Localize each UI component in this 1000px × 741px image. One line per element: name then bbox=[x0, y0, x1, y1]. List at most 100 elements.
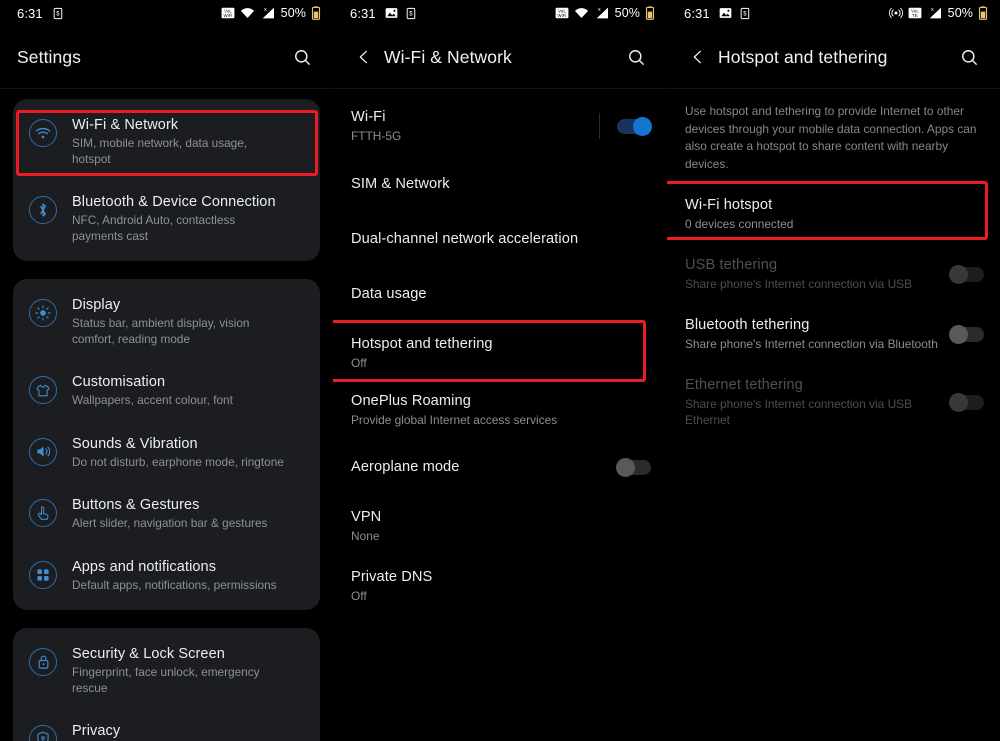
list-item-title: Bluetooth tethering bbox=[685, 317, 810, 333]
list-item-title: Sounds & Vibration bbox=[72, 435, 198, 452]
list-item-text: Wi-Fi hotspot 0 devices connected bbox=[685, 196, 984, 232]
list-item-title: Buttons & Gestures bbox=[72, 497, 200, 513]
list-item-wifi-hotspot[interactable]: Wi-Fi hotspot 0 devices connected bbox=[667, 183, 1000, 244]
list-item-text: VPN None bbox=[351, 508, 651, 544]
status-bar-left-icons: $ bbox=[52, 7, 65, 20]
list-item-subtitle: Provide global Internet access services bbox=[351, 413, 558, 427]
list-item-title: Data usage bbox=[351, 286, 427, 302]
list-item-subtitle: Alert slider, navigation bar & gestures bbox=[72, 516, 268, 530]
search-icon[interactable] bbox=[621, 42, 651, 72]
list-item-text: Bluetooth & Device Connection NFC, Andro… bbox=[72, 193, 284, 244]
list-item-hotspot-tethering[interactable]: Hotspot and tethering Off bbox=[333, 322, 667, 382]
svg-text:WiFi: WiFi bbox=[223, 13, 232, 18]
ethernet-tethering-toggle[interactable] bbox=[949, 392, 984, 412]
sidebar-item-sounds-vibration[interactable]: Sounds & Vibration Do not disturb, earph… bbox=[13, 422, 320, 484]
chevron-left-icon[interactable] bbox=[350, 43, 378, 71]
list-item-vpn[interactable]: VPN None bbox=[333, 496, 667, 556]
settings-card-list: Wi-Fi & Network SIM, mobile network, dat… bbox=[0, 89, 333, 741]
list-item-data-usage[interactable]: Data usage bbox=[333, 267, 667, 322]
list-item-aeroplane-mode[interactable]: Aeroplane mode bbox=[333, 439, 667, 496]
list-item-usb-tethering[interactable]: USB tethering Share phone's Internet con… bbox=[667, 244, 1000, 304]
list-item-text: Apps and notifications Default apps, not… bbox=[72, 558, 277, 594]
list-item-sim-network[interactable]: SIM & Network bbox=[333, 157, 667, 212]
mobile-signal-x-icon: x bbox=[927, 6, 943, 20]
settings-card-privacy: Security & Lock Screen Fingerprint, face… bbox=[13, 628, 320, 741]
list-item-title: Apps and notifications bbox=[72, 558, 217, 575]
panel-wifi-network-root: 6:31 $ VoL WiFi x 50% Wi-Fi & Network Wi… bbox=[333, 0, 667, 741]
shield-icon bbox=[29, 725, 57, 741]
apps-grid-icon bbox=[29, 560, 57, 589]
sidebar-item-buttons-gestures[interactable]: Buttons & Gestures Alert slider, navigat… bbox=[13, 483, 320, 545]
list-item-text: Aeroplane mode bbox=[351, 458, 617, 477]
screenshot-icon: $ bbox=[739, 7, 752, 20]
toggle-knob bbox=[949, 264, 968, 284]
list-item-title: Bluetooth & Device Connection bbox=[72, 194, 276, 210]
bluetooth-icon bbox=[29, 196, 57, 224]
list-item-subtitle: SIM, mobile network, data usage, hotspot bbox=[72, 136, 248, 166]
list-item-private-dns[interactable]: Private DNS Off bbox=[333, 556, 667, 616]
list-item-text: Ethernet tethering Share phone's Interne… bbox=[685, 376, 950, 428]
list-item-title: Aeroplane mode bbox=[351, 459, 460, 475]
list-item-title: Ethernet tethering bbox=[685, 377, 803, 393]
list-item-subtitle: 0 devices connected bbox=[685, 217, 794, 231]
list-item-subtitle: NFC, Android Auto, contactless payments … bbox=[72, 213, 236, 243]
list-item-ethernet-tethering[interactable]: Ethernet tethering Share phone's Interne… bbox=[667, 364, 1000, 440]
list-item-title: VPN bbox=[351, 509, 382, 525]
status-bar-clock: 6:31 bbox=[17, 5, 43, 21]
sidebar-item-security-lock-screen[interactable]: Security & Lock Screen Fingerprint, face… bbox=[13, 632, 320, 709]
list-item-text: OnePlus Roaming Provide global Internet … bbox=[351, 392, 651, 428]
list-item-wifi[interactable]: Wi-Fi FTTH-5G bbox=[333, 89, 667, 157]
search-icon[interactable] bbox=[954, 42, 984, 72]
list-item-text: Dual-channel network acceleration bbox=[351, 230, 651, 249]
list-item-oneplus-roaming[interactable]: OnePlus Roaming Provide global Internet … bbox=[333, 382, 667, 439]
list-item-text: Bluetooth tethering Share phone's Intern… bbox=[685, 316, 950, 352]
mobile-signal-x-icon: x bbox=[594, 6, 610, 20]
list-item-title: Hotspot and tethering bbox=[351, 336, 493, 352]
list-item-text: Sounds & Vibration Do not disturb, earph… bbox=[72, 435, 284, 471]
list-item-subtitle: Off bbox=[351, 356, 367, 370]
aeroplane-mode-toggle[interactable] bbox=[616, 458, 651, 477]
wifi-toggle[interactable] bbox=[617, 116, 652, 136]
status-bar-panel1: 6:31 $ VoL WiFi x 50% bbox=[0, 0, 333, 26]
list-item-title: Customisation bbox=[72, 374, 166, 390]
settings-card-connectivity: Wi-Fi & Network SIM, mobile network, dat… bbox=[13, 99, 320, 261]
list-item-subtitle: Share phone's Internet connection via US… bbox=[685, 277, 913, 291]
list-item-bluetooth-tethering[interactable]: Bluetooth tethering Share phone's Intern… bbox=[667, 304, 1000, 364]
hotspot-tethering-list: Wi-Fi hotspot 0 devices connected USB te… bbox=[667, 183, 1000, 440]
search-icon[interactable] bbox=[287, 42, 317, 72]
wifi-icon bbox=[240, 7, 255, 19]
sidebar-item-privacy[interactable]: Privacy Permissions, personal data bbox=[13, 709, 320, 741]
image-icon bbox=[719, 7, 732, 19]
battery-percentage-label: 50% bbox=[614, 6, 640, 20]
list-item-text: Data usage bbox=[351, 285, 651, 304]
sidebar-item-customisation[interactable]: Customisation Wallpapers, accent colour,… bbox=[13, 360, 320, 422]
list-item-text: Privacy Permissions, personal data bbox=[72, 722, 214, 741]
toggle-knob bbox=[616, 458, 635, 477]
sidebar-item-bluetooth-device[interactable]: Bluetooth & Device Connection NFC, Andro… bbox=[13, 180, 320, 257]
page-title: Wi-Fi & Network bbox=[384, 46, 512, 67]
list-item-text: Wi-Fi & Network SIM, mobile network, dat… bbox=[72, 116, 287, 167]
page-title: Hotspot and tethering bbox=[718, 46, 888, 67]
wifi-icon bbox=[574, 7, 589, 19]
gesture-tap-icon bbox=[29, 499, 57, 527]
list-item-text: USB tethering Share phone's Internet con… bbox=[685, 256, 950, 292]
three-panel-screenshot-collage: 6:31 $ VoL WiFi x 50% Settings Wi-Fi & N… bbox=[0, 0, 1000, 741]
screenshot-icon: $ bbox=[405, 7, 418, 20]
status-bar-panel2: 6:31 $ VoL WiFi x 50% bbox=[333, 0, 667, 26]
list-item-title: Privacy bbox=[72, 723, 121, 739]
sidebar-item-display[interactable]: Display Status bar, ambient display, vis… bbox=[13, 283, 320, 360]
svg-text:$: $ bbox=[743, 11, 747, 17]
chevron-left-icon[interactable] bbox=[684, 43, 712, 71]
sidebar-item-wifi-network[interactable]: Wi-Fi & Network SIM, mobile network, dat… bbox=[13, 103, 320, 180]
sidebar-item-apps-notifications[interactable]: Apps and notifications Default apps, not… bbox=[13, 545, 320, 607]
list-item-title: Private DNS bbox=[351, 569, 433, 585]
list-item-dual-channel-acceleration[interactable]: Dual-channel network acceleration bbox=[333, 212, 667, 267]
bluetooth-tethering-toggle[interactable] bbox=[949, 324, 984, 344]
list-item-title: SIM & Network bbox=[351, 176, 450, 192]
usb-tethering-toggle[interactable] bbox=[949, 264, 984, 284]
brightness-icon bbox=[29, 299, 57, 327]
battery-percentage-label: 50% bbox=[280, 6, 306, 20]
tshirt-icon bbox=[29, 376, 57, 404]
hotspot-description-text: Use hotspot and tethering to provide Int… bbox=[685, 104, 977, 171]
status-bar-right-icons: VoL TE x 50% bbox=[888, 6, 988, 20]
